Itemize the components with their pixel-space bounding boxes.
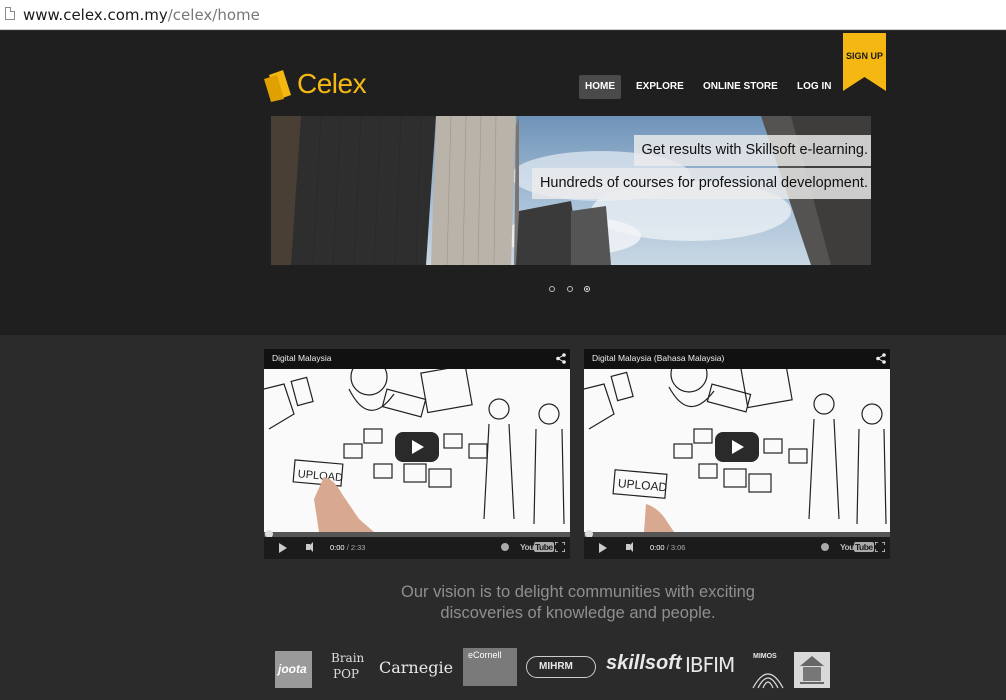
play-button-icon[interactable] <box>279 543 287 553</box>
building-emblem-icon <box>800 656 824 684</box>
video-title-bar: Digital Malaysia (Bahasa Malaysia) <box>584 349 890 369</box>
skillsoft-text: skillsoft <box>606 652 682 674</box>
carnegie-logo[interactable]: Carnegie <box>379 658 453 678</box>
ibfim-logo[interactable]: IBFIM <box>685 653 735 677</box>
video-controls: 0:00 / 2:33 YouTube <box>264 537 570 559</box>
skillsoft-logo[interactable]: skillsoft <box>606 652 682 675</box>
hero-caption-1: Get results with Skillsoft e-learning. <box>633 135 871 166</box>
play-icon[interactable] <box>715 432 759 462</box>
celex-logo-icon <box>264 70 291 102</box>
nav-explore[interactable]: EXPLORE <box>630 75 690 99</box>
share-icon[interactable] <box>556 353 566 364</box>
joota-logo[interactable]: joota <box>275 651 312 688</box>
carnegie-text: Carnegie <box>379 658 454 677</box>
brainpop-logo[interactable]: Brain POP <box>327 651 367 691</box>
browser-address-bar[interactable]: www.celex.com.my/celex/home <box>0 0 1006 30</box>
video-player-1[interactable]: UPLOAD Digital Malaysia 0:00 / 2:33 YouT… <box>264 349 570 559</box>
youtube-logo[interactable]: YouTube <box>520 542 554 552</box>
mimos-logo[interactable]: MIMOS <box>749 650 787 689</box>
video-title[interactable]: Digital Malaysia (Bahasa Malaysia) <box>592 353 724 363</box>
video-time: 0:00 / 2:33 <box>330 543 365 552</box>
volume-icon[interactable] <box>306 542 313 552</box>
ribbon-icon <box>843 33 886 91</box>
mihrm-text: MIHRM <box>539 661 573 672</box>
institution-logo[interactable] <box>794 652 830 688</box>
video-title[interactable]: Digital Malaysia <box>272 353 332 363</box>
joota-text: joota <box>278 662 307 676</box>
video-time: 0:00 / 3:06 <box>650 543 685 552</box>
nav-log-in[interactable]: LOG IN <box>791 75 837 99</box>
ecornell-text: eCornell <box>468 650 502 660</box>
vision-statement: Our vision is to delight communities wit… <box>300 582 856 624</box>
settings-gear-icon[interactable] <box>501 543 509 551</box>
signup-ribbon-button[interactable]: SIGN UP <box>843 33 886 93</box>
url-domain: www.celex.com.my <box>23 6 168 24</box>
logo-text: Celex <box>297 68 367 99</box>
mimos-emblem-icon <box>752 673 784 689</box>
current-time: 0:00 <box>330 543 345 552</box>
ibfim-text: IBFIM <box>685 653 735 677</box>
play-icon[interactable] <box>395 432 439 462</box>
vision-line-2: discoveries of knowledge and people. <box>440 604 716 622</box>
hero-caption-2: Hundreds of courses for professional dev… <box>531 168 871 199</box>
video-controls: 0:00 / 3:06 YouTube <box>584 537 890 559</box>
slide-dot-2[interactable] <box>567 286 573 292</box>
slide-dot-1[interactable] <box>549 286 555 292</box>
mimos-text: MIMOS <box>753 653 777 660</box>
volume-icon[interactable] <box>626 542 633 552</box>
nav-home[interactable]: HOME <box>579 75 621 99</box>
vision-line-1: Our vision is to delight communities wit… <box>401 583 755 601</box>
video-title-bar: Digital Malaysia <box>264 349 570 369</box>
url-path: /celex/home <box>167 6 260 24</box>
duration: / 3:06 <box>666 543 686 552</box>
duration: / 2:33 <box>346 543 366 552</box>
video-player-2[interactable]: UPLOAD Digital Malaysia (Bahasa Malaysia… <box>584 349 890 559</box>
signup-label: SIGN UP <box>845 51 883 61</box>
hero-banner[interactable]: Get results with Skillsoft e-learning. H… <box>271 116 871 265</box>
fullscreen-icon[interactable] <box>875 542 885 552</box>
mihrm-logo[interactable]: MIHRM <box>526 656 596 678</box>
partner-logos: joota Brain POP Carnegie eCornell MIHRM … <box>271 648 841 700</box>
header-hero-section: Celex HOME EXPLORE ONLINE STORE LOG IN S… <box>0 31 1006 335</box>
fullscreen-icon[interactable] <box>555 542 565 552</box>
url-text[interactable]: www.celex.com.my/celex/home <box>23 6 260 24</box>
settings-gear-icon[interactable] <box>821 543 829 551</box>
ecornell-logo[interactable]: eCornell <box>463 648 517 686</box>
youtube-logo[interactable]: YouTube <box>840 542 874 552</box>
brainpop-text-1: Brain <box>331 651 365 665</box>
nav-online-store[interactable]: ONLINE STORE <box>697 75 784 99</box>
play-button-icon[interactable] <box>599 543 607 553</box>
share-icon[interactable] <box>876 353 886 364</box>
page-icon <box>5 7 15 20</box>
brainpop-text-2: POP <box>333 667 359 681</box>
current-time: 0:00 <box>650 543 665 552</box>
slide-dot-3[interactable] <box>584 286 590 292</box>
